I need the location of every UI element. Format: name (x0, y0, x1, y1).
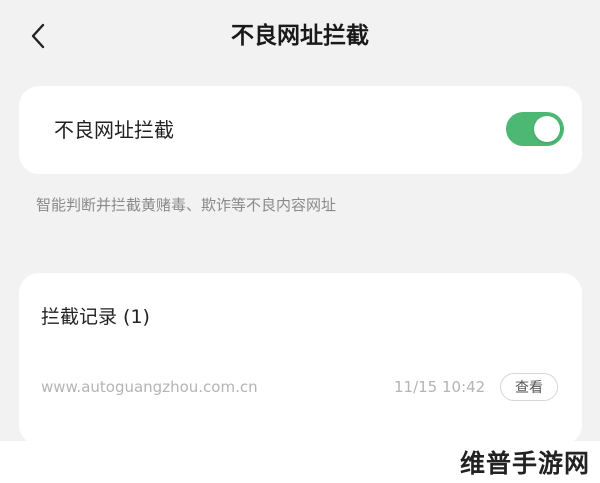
record-row: www.autoguangzhou.com.cn 11/15 10:42 查看 (19, 371, 582, 407)
view-record-button[interactable]: 查看 (500, 373, 558, 401)
toggle-label: 不良网址拦截 (54, 118, 174, 142)
page-title: 不良网址拦截 (231, 23, 369, 49)
records-title: 拦截记录 (1) (41, 306, 150, 328)
header-bar: 不良网址拦截 (0, 0, 600, 72)
toggle-card: 不良网址拦截 (19, 86, 582, 174)
switch-knob (534, 116, 560, 142)
feature-description: 智能判断并拦截黄赌毒、欺诈等不良内容网址 (36, 196, 337, 214)
record-url: www.autoguangzhou.com.cn (41, 378, 258, 396)
block-toggle-switch[interactable] (506, 112, 564, 146)
records-card: 拦截记录 (1) www.autoguangzhou.com.cn 11/15 … (19, 273, 582, 445)
watermark-text: 维普手游网 (459, 449, 590, 478)
record-time: 11/15 10:42 (394, 378, 486, 396)
